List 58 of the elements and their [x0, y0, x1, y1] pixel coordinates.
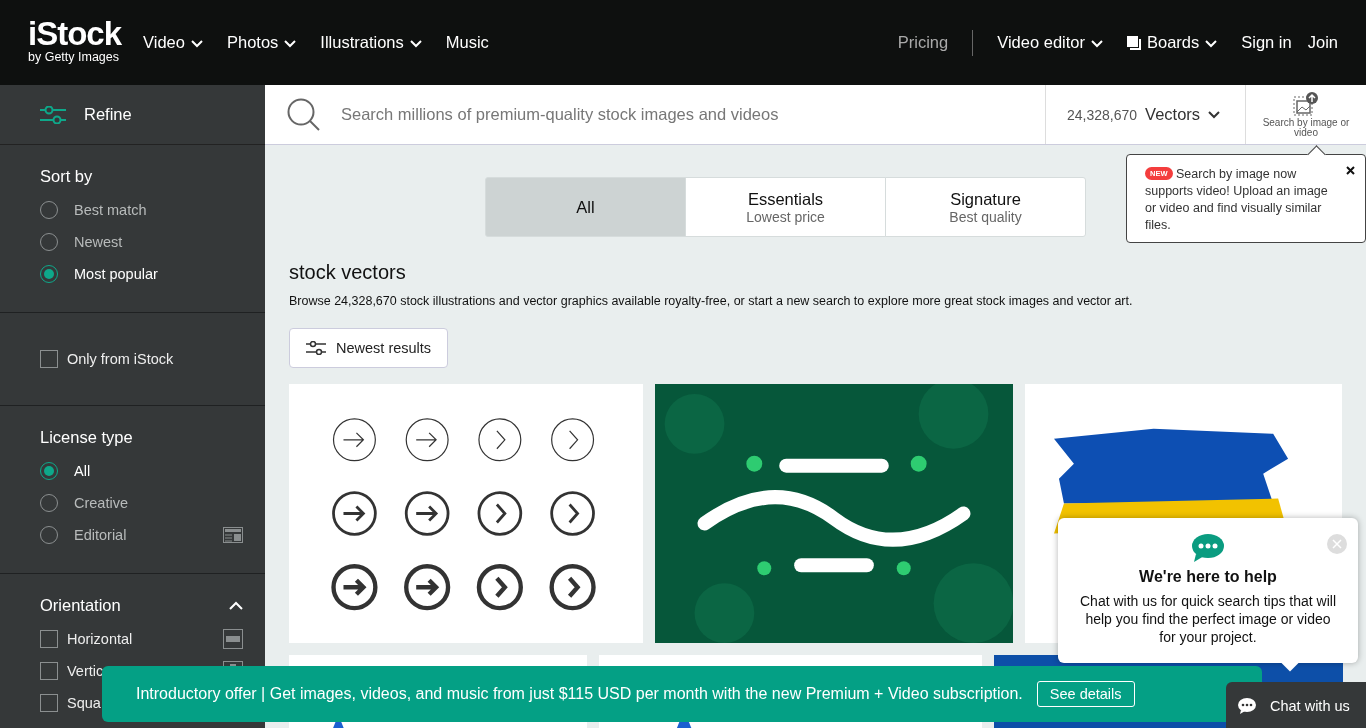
chat-text: Chat with us for quick search tips that will help you find the perfect image or video for your project.: [1079, 592, 1337, 646]
chat-title: We're here to help: [1139, 568, 1277, 586]
search-by-image-button[interactable]: Search by image or video: [1245, 85, 1366, 144]
chevron-down-icon: [1205, 39, 1218, 48]
chevron-down-icon: [284, 39, 297, 48]
chevron-down-icon: [409, 39, 422, 48]
tab[interactable]: Signature Best quality: [885, 177, 1086, 237]
radio-label[interactable]: Best match: [74, 202, 147, 218]
search-icon[interactable]: [265, 85, 341, 144]
filter-icon: [306, 341, 326, 355]
radio-label[interactable]: Editorial: [74, 527, 127, 543]
nav-link[interactable]: Join: [1307, 33, 1338, 52]
nav-link[interactable]: Sign in: [1241, 33, 1292, 52]
chevron-down-icon: [1208, 110, 1221, 119]
asset-type-dropdown[interactable]: 24,328,670 Vectors: [1045, 85, 1245, 144]
radio-label[interactable]: Newest: [74, 234, 123, 250]
chat-bubble-icon: [1192, 534, 1224, 562]
image-upload-icon: [1293, 91, 1319, 118]
pricing-link[interactable]: Pricing: [897, 33, 949, 52]
close-icon[interactable]: [1346, 166, 1355, 175]
section-title: Sort by: [40, 167, 94, 186]
nav-link[interactable]: Illustrations: [320, 33, 422, 52]
description: Browse 24,328,670 stock illustrations and vector graphics available royalty-free, or start a new search to explore more great stock images and vector art.: [289, 294, 1134, 308]
tooltip-text: $^{NEW}$ Search by image now supports video! Upload an image or video and find visually similar files.: [1145, 166, 1329, 234]
page-heading: stock vectors: [289, 261, 407, 284]
section-title: Orientation: [40, 596, 121, 615]
chevron-up-icon[interactable]: [229, 601, 243, 610]
filter-icon: [40, 105, 66, 124]
promo-text: Introductory offer | Get images, videos, and music from just $115 USD per month with the new Premium + Video subscription.: [136, 685, 1023, 703]
checkbox[interactable]: [40, 350, 58, 368]
nav-link[interactable]: Video: [143, 33, 203, 52]
boards-icon: [1127, 35, 1141, 50]
chevron-down-icon: [1091, 39, 1103, 48]
checkbox[interactable]: [40, 662, 58, 680]
sort-button[interactable]: Newest results: [289, 328, 449, 368]
refine-label[interactable]: Refine: [84, 105, 132, 124]
nav-link[interactable]: Music: [445, 33, 489, 52]
tab[interactable]: Essentials Lowest price: [685, 177, 886, 237]
horizontal-icon: [223, 629, 243, 649]
checkbox-label[interactable]: Vertic: [67, 663, 104, 679]
boards-link[interactable]: Boards: [1127, 33, 1218, 52]
nav-link[interactable]: Video editor: [997, 33, 1103, 52]
nav-link[interactable]: Photos: [226, 33, 297, 52]
checkbox-label[interactable]: Squa: [67, 695, 101, 711]
radio-label[interactable]: All: [74, 463, 91, 479]
chat-bubble-icon: [1238, 698, 1256, 714]
checkbox[interactable]: [40, 630, 58, 648]
checkbox-label[interactable]: Only from iStock: [67, 351, 174, 367]
logo[interactable]: iStock by Getty Images: [28, 17, 122, 64]
checkbox-label[interactable]: Horizontal: [67, 631, 133, 647]
chevron-down-icon: [190, 39, 203, 48]
checkbox[interactable]: [40, 694, 58, 712]
tab[interactable]: All: [485, 177, 686, 237]
chat-button[interactable]: Chat with us: [1226, 682, 1366, 728]
radio-label[interactable]: Most popular: [74, 266, 158, 282]
radio-label[interactable]: Creative: [74, 495, 128, 511]
search-field[interactable]: Search millions of premium-quality stock images and videos: [341, 85, 1045, 144]
section-title: License type: [40, 428, 134, 447]
